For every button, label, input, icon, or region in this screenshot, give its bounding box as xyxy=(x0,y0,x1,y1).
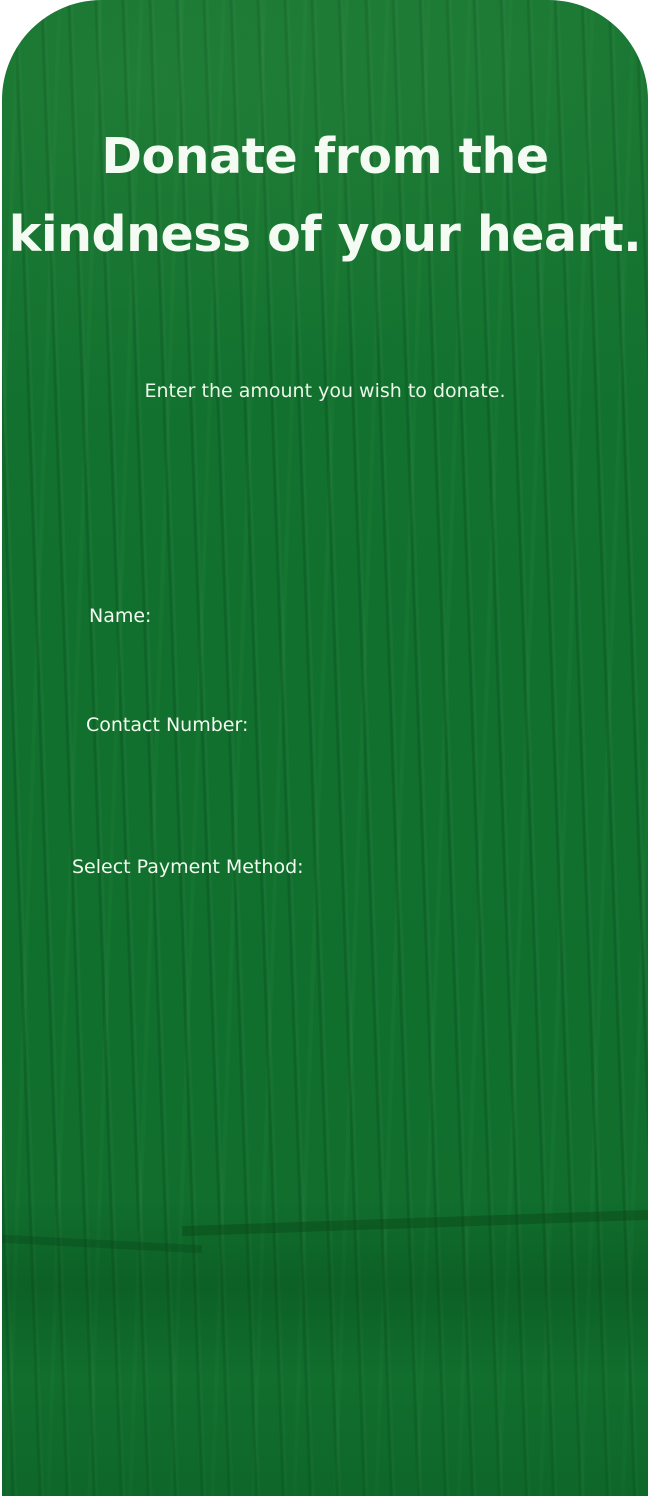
payment-method-label: Select Payment Method: xyxy=(72,856,304,878)
donation-instruction: Enter the amount you wish to donate. xyxy=(144,380,506,402)
donation-form-content: Donate from the kindness of your heart. … xyxy=(2,0,648,1496)
page-title: Donate from the kindness of your heart. xyxy=(8,128,642,263)
contact-number-field-label: Contact Number: xyxy=(86,714,249,736)
donation-panel: Donate from the kindness of your heart. … xyxy=(2,0,648,1496)
name-field-label: Name: xyxy=(89,605,152,627)
